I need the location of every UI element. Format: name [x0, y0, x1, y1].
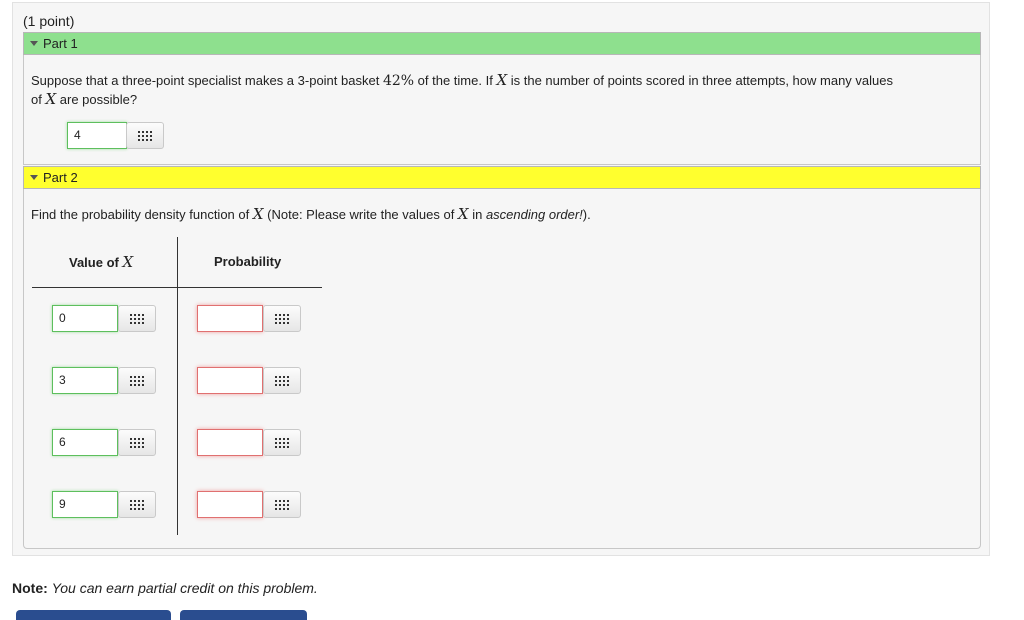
probability-input-3[interactable]: [197, 429, 263, 456]
variable-x: X: [252, 205, 264, 223]
grid-keyboard-icon: [275, 313, 289, 324]
grid-keyboard-icon: [130, 437, 144, 448]
probability-input-2[interactable]: [197, 367, 263, 394]
equation-editor-button[interactable]: [118, 429, 156, 456]
grid-keyboard-icon: [130, 313, 144, 324]
part1-question-text: of the time. If: [414, 73, 497, 88]
grid-keyboard-icon: [275, 437, 289, 448]
equation-editor-button[interactable]: [118, 305, 156, 332]
equation-editor-button[interactable]: [126, 122, 164, 149]
part1-header[interactable]: Part 1: [23, 32, 981, 55]
part1-answer-input[interactable]: 4: [67, 122, 127, 149]
probability-input-1[interactable]: [197, 305, 263, 332]
part1-question: Suppose that a three-point specialist ma…: [31, 71, 893, 109]
triangle-down-icon: [30, 41, 38, 46]
preview-button[interactable]: [180, 610, 307, 620]
grid-keyboard-icon: [275, 499, 289, 510]
variable-x: X: [457, 205, 469, 223]
part2-question-text: in: [468, 207, 486, 222]
column-header-value-text: Value of: [69, 255, 123, 270]
part2-question-text: Find the probability density function of: [31, 207, 253, 222]
percent-value: 42%: [382, 73, 415, 89]
points-label: (1 point): [23, 13, 75, 29]
value-input-4[interactable]: 9: [52, 491, 118, 518]
table-vertical-rule: [177, 237, 178, 535]
equation-editor-button[interactable]: [263, 367, 301, 394]
grid-keyboard-icon: [275, 375, 289, 386]
part1-question-text: is the number of points scored in three …: [507, 73, 893, 88]
value-input-2[interactable]: 3: [52, 367, 118, 394]
value-input-3[interactable]: 6: [52, 429, 118, 456]
part1-question-text: are possible?: [56, 92, 138, 107]
part2-title: Part 2: [43, 170, 78, 185]
grid-keyboard-icon: [130, 375, 144, 386]
part1-question-text: of: [31, 92, 46, 107]
column-header-value: Value of X: [69, 253, 133, 271]
part1-title: Part 1: [43, 36, 78, 51]
equation-editor-button[interactable]: [263, 429, 301, 456]
note-text: You can earn partial credit on this prob…: [51, 580, 318, 596]
triangle-down-icon: [30, 175, 38, 180]
variable-x: X: [45, 90, 57, 108]
part2-question: Find the probability density function of…: [31, 205, 591, 224]
equation-editor-button[interactable]: [263, 305, 301, 332]
part1-body: Suppose that a three-point specialist ma…: [23, 55, 981, 165]
part2-question-text: (Note: Please write the values of: [263, 207, 458, 222]
equation-editor-button[interactable]: [118, 367, 156, 394]
variable-x: X: [122, 253, 134, 271]
note-label: Note:: [12, 580, 48, 596]
value-input-1[interactable]: 0: [52, 305, 118, 332]
variable-x: X: [496, 71, 508, 89]
partial-credit-note: Note: You can earn partial credit on thi…: [12, 580, 318, 596]
submit-button[interactable]: [16, 610, 171, 620]
problem-container: (1 point) Part 1 Suppose that a three-po…: [12, 2, 990, 556]
probability-input-4[interactable]: [197, 491, 263, 518]
part2-question-text: ).: [582, 207, 591, 222]
equation-editor-button[interactable]: [118, 491, 156, 518]
column-header-probability: Probability: [214, 254, 282, 269]
part1-question-text: Suppose that a three-point specialist ma…: [31, 73, 383, 88]
table-horizontal-rule: [32, 287, 322, 288]
ascending-order-emphasis: ascending order!: [485, 207, 583, 222]
grid-keyboard-icon: [138, 130, 152, 141]
part2-body: Find the probability density function of…: [23, 189, 981, 549]
grid-keyboard-icon: [130, 499, 144, 510]
part2-header[interactable]: Part 2: [23, 166, 981, 189]
equation-editor-button[interactable]: [263, 491, 301, 518]
